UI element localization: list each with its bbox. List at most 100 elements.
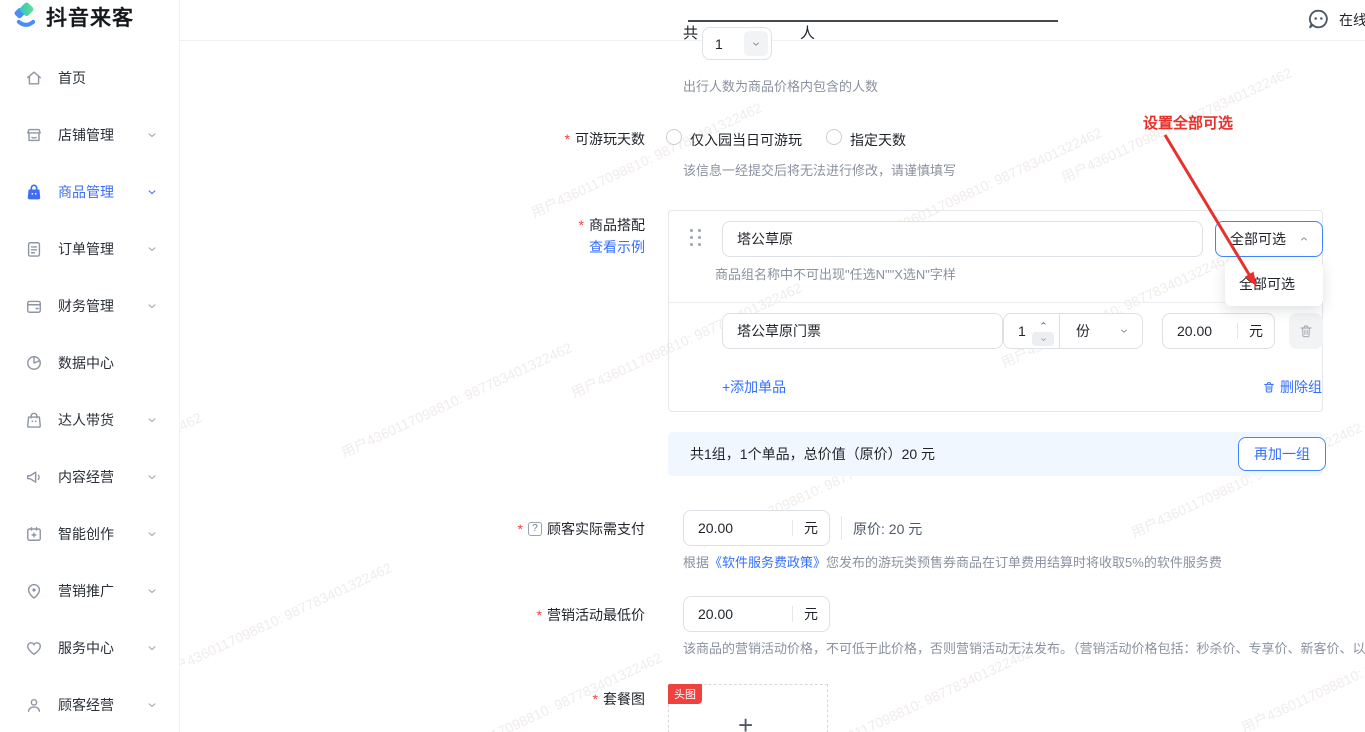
logo-text: 抖音来客 — [46, 2, 134, 32]
sidebar-item-label: 订单管理 — [58, 239, 145, 259]
group-name-hint: 商品组名称中不可出现"任选N""X选N"字样 — [715, 264, 956, 283]
chevron-down-icon — [145, 584, 159, 598]
service-fee-policy-link[interactable]: 《软件服务费政策》 — [709, 555, 826, 570]
min-price-input[interactable]: 20.00 元 — [683, 596, 830, 632]
customer-icon — [24, 695, 44, 715]
sidebar-item-label: 首页 — [58, 68, 145, 88]
sidebar-item-label: 内容经营 — [58, 467, 145, 487]
delete-item-button[interactable] — [1289, 313, 1323, 349]
chevron-down-icon — [145, 299, 159, 313]
watermark-text: 用户4360117098810: 987783401322462 — [338, 338, 576, 463]
delete-group-link[interactable]: 删除组 — [1262, 377, 1322, 397]
min-price-hint: 该商品的营销活动价格，不可低于此价格，否则营销活动无法发布。（营销活动价格包括：… — [683, 638, 1365, 657]
sidebar-item[interactable]: 首页 — [0, 49, 179, 106]
trash-icon — [1298, 323, 1314, 339]
currency-suffix: 元 — [793, 518, 829, 538]
sidebar-item-label: 服务中心 — [58, 638, 145, 658]
chat-bubble-icon — [1306, 7, 1331, 32]
people-count-select[interactable]: 1 — [702, 27, 772, 60]
group-name-input[interactable]: 塔公草原 — [722, 221, 1203, 257]
pay-label: * ? 顾客实际需支付 — [518, 519, 645, 539]
min-price-label: * 营销活动最低价 — [537, 605, 645, 625]
chevron-down-icon — [145, 527, 159, 541]
sidebar-item[interactable]: 财务管理 — [0, 277, 179, 334]
sidebar-item[interactable]: 店铺管理 — [0, 106, 179, 163]
stepper-down-button[interactable] — [1032, 332, 1054, 346]
sidebar-item[interactable]: 智能创作 — [0, 505, 179, 562]
radio-specified-days[interactable] — [826, 129, 842, 145]
stepper-up-button[interactable] — [1032, 316, 1054, 330]
item-name-input[interactable]: 塔公草原门票 — [722, 313, 1003, 349]
view-example-link[interactable]: 查看示例 — [589, 237, 645, 257]
sidebar-item-label: 财务管理 — [58, 296, 145, 316]
sidebar-item-label: 智能创作 — [58, 524, 145, 544]
sidebar-item[interactable]: 服务中心 — [0, 619, 179, 676]
radio-specified-days-label[interactable]: 指定天数 — [850, 130, 906, 150]
qty-stepper — [1032, 316, 1054, 346]
play-days-label: * 可游玩天数 — [565, 129, 645, 149]
sidebar-item-label: 店铺管理 — [58, 125, 145, 145]
group-summary-bar: 共1组，1个单品，总价值（原价）20 元 — [668, 432, 1323, 476]
product-icon — [24, 182, 44, 202]
chevron-down-icon — [145, 242, 159, 256]
chevron-down-icon — [744, 31, 768, 56]
qty-input[interactable]: 1 — [1004, 323, 1032, 339]
home-icon — [24, 68, 44, 88]
drag-handle[interactable] — [690, 229, 701, 249]
required-asterisk: * — [537, 607, 542, 623]
create-icon — [24, 524, 44, 544]
help-icon[interactable]: ? — [528, 522, 542, 536]
data-icon — [24, 353, 44, 373]
app-logo[interactable]: 抖音来客 — [10, 1, 134, 33]
radio-same-day-label[interactable]: 仅入园当日可游玩 — [690, 130, 802, 150]
sidebar-item[interactable]: 数据中心 — [0, 334, 179, 391]
group-summary-text: 共1组，1个单品，总价值（原价）20 元 — [690, 444, 935, 464]
add-group-button[interactable]: 再加一组 — [1238, 437, 1326, 471]
required-asterisk: * — [579, 217, 584, 233]
cover-badge: 头图 — [668, 684, 702, 704]
unit-select[interactable]: 份 — [1060, 321, 1118, 341]
chevron-down-icon — [145, 470, 159, 484]
people-prefix: 共 — [683, 25, 701, 56]
sidebar-item[interactable]: 内容经营 — [0, 448, 179, 505]
sidebar-item[interactable]: 订单管理 — [0, 220, 179, 277]
plus-icon: + — [738, 710, 753, 732]
chevron-down-icon — [145, 698, 159, 712]
online-status[interactable]: 在线 — [1306, 7, 1365, 32]
item-price-input[interactable]: 20.00 元 — [1162, 313, 1275, 349]
sidebar-item[interactable]: 商品管理 — [0, 163, 179, 220]
trash-icon — [1262, 380, 1276, 394]
item-qty-unit-control: 1 份 — [1003, 313, 1143, 349]
required-asterisk: * — [518, 521, 523, 537]
people-count-value: 1 — [703, 36, 744, 52]
sidebar-item[interactable]: 营销推广 — [0, 562, 179, 619]
play-days-hint: 该信息一经提交后将无法进行修改，请谨慎填写 — [683, 160, 956, 179]
currency-suffix: 元 — [1238, 321, 1274, 341]
currency-suffix: 元 — [793, 604, 829, 624]
chevron-up-icon — [1298, 233, 1310, 245]
add-item-link[interactable]: +添加单品 — [722, 377, 786, 397]
service-icon — [24, 638, 44, 658]
sidebar: 抖音来客 首页 店铺管理 商品管理 订单管理 — [0, 0, 180, 732]
watermark-text: 用户4360117098810: 987783401322462 — [158, 558, 396, 683]
content-icon — [24, 467, 44, 487]
chevron-down-icon — [145, 128, 159, 142]
sidebar-nav: 首页 店铺管理 商品管理 订单管理 财务管理 — [0, 49, 179, 732]
people-hint: 出行人数为商品价格内包含的人数 — [683, 76, 878, 95]
combo-label: * 商品搭配 — [579, 215, 645, 235]
page: 用户4360117098810: 987783401322462 用户43601… — [0, 0, 1365, 732]
sidebar-item[interactable]: 达人带货 — [0, 391, 179, 448]
pay-price-input[interactable]: 20.00 元 — [683, 510, 830, 546]
sidebar-item-label: 数据中心 — [58, 353, 145, 373]
radio-same-day[interactable] — [666, 129, 682, 145]
sidebar-item[interactable]: 顾客经营 — [0, 676, 179, 732]
order-icon — [24, 239, 44, 259]
finance-icon — [24, 296, 44, 316]
divider — [841, 516, 842, 540]
watermark-text: 用户4360117098810: 987783401322462 — [1238, 613, 1365, 732]
annotation-arrow-icon — [1140, 130, 1270, 295]
package-image-label: * 套餐图 — [593, 689, 645, 709]
required-asterisk: * — [593, 691, 598, 707]
chevron-down-icon — [145, 185, 159, 199]
influencer-icon — [24, 410, 44, 430]
